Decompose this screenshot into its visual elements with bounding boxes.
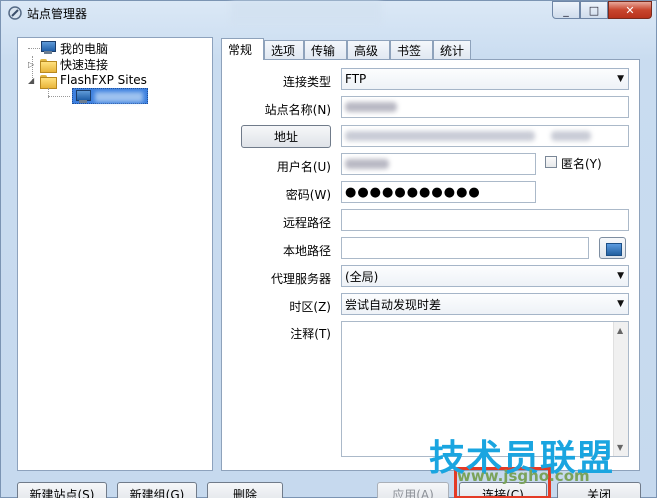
close-window-button[interactable]: ✕: [608, 1, 652, 19]
flashfxp-app-icon: [8, 6, 22, 20]
tree-item-flashfxp-sites[interactable]: FlashFXP Sites: [40, 72, 147, 89]
blurred-username-value: [345, 159, 389, 169]
tree-item-label: 快速连接: [60, 57, 109, 72]
tab-bookmarks[interactable]: 书签: [390, 40, 433, 60]
blurred-site-name: [95, 92, 143, 102]
tree-connector: [48, 96, 70, 97]
tab-advanced[interactable]: 高级: [347, 40, 390, 60]
tree-connector: [28, 48, 40, 49]
tree-item-site-selected[interactable]: [72, 88, 148, 104]
password-value: ●●●●●●●●●●●: [345, 184, 481, 200]
maximize-icon: □: [588, 3, 600, 17]
username-input[interactable]: [341, 153, 536, 175]
tab-general[interactable]: 常规: [221, 38, 264, 60]
blurred-address-value: [345, 131, 535, 141]
folder-icon: [40, 74, 57, 89]
tree-item-my-computer[interactable]: 我的电脑: [40, 40, 108, 56]
watermark-url: www.jsgho.com: [457, 467, 590, 485]
blurred-site-name-value: [345, 102, 397, 112]
delete-button[interactable]: 删除: [207, 482, 283, 498]
notes-label: 注释(T): [290, 327, 331, 341]
browse-folder-button[interactable]: [599, 237, 626, 259]
timezone-label: 时区(Z): [289, 300, 331, 314]
window-title: 站点管理器: [27, 7, 88, 21]
password-label: 密码(W): [285, 188, 331, 202]
new-group-button[interactable]: 新建组(G): [117, 482, 197, 498]
maximize-button[interactable]: □: [580, 1, 608, 19]
tree-item-quick-connect[interactable]: 快速连接: [40, 56, 109, 73]
connect-type-value: FTP: [345, 72, 367, 86]
proxy-value: (全局): [345, 269, 379, 284]
blurred-region: [231, 1, 381, 23]
minimize-button[interactable]: _: [552, 1, 580, 19]
scroll-up-icon[interactable]: ▲: [617, 326, 623, 335]
close-icon: ✕: [625, 3, 635, 17]
local-path-input[interactable]: [341, 237, 589, 259]
password-input[interactable]: ●●●●●●●●●●●: [341, 181, 536, 203]
tab-transfer[interactable]: 传输: [304, 40, 347, 60]
site-name-label: 站点名称(N): [264, 103, 331, 117]
anonymous-label: 匿名(Y): [561, 157, 602, 171]
tab-statistics[interactable]: 统计: [433, 40, 471, 60]
tab-options[interactable]: 选项: [264, 40, 304, 60]
proxy-label: 代理服务器: [270, 272, 331, 286]
tree-item-label: 我的电脑: [60, 41, 109, 56]
connect-type-label: 连接类型: [282, 75, 331, 89]
tree-item-label: FlashFXP Sites: [60, 73, 147, 87]
remote-path-input[interactable]: [341, 209, 629, 231]
anonymous-checkbox[interactable]: [545, 156, 557, 168]
timezone-select[interactable]: 尝试自动发现时差 ▼: [341, 293, 629, 315]
apply-button[interactable]: 应用(A): [377, 482, 449, 498]
remote-path-label: 远程路径: [282, 216, 331, 230]
site-computer-icon: [75, 90, 91, 104]
expand-arrow-icon[interactable]: ▷: [28, 60, 34, 69]
timezone-value: 尝试自动发现时差: [345, 297, 442, 312]
computer-icon: [40, 41, 56, 55]
site-name-input[interactable]: [341, 96, 629, 118]
local-path-label: 本地路径: [282, 244, 331, 258]
new-site-button[interactable]: 新建站点(S): [17, 482, 107, 498]
site-manager-window: 站点管理器 _ □ ✕ 我的电脑 ▷ 快速连接 ◢ FlashFXP Sites: [0, 0, 657, 498]
connect-type-select[interactable]: FTP ▼: [341, 68, 629, 90]
address-input[interactable]: [341, 125, 629, 147]
scroll-down-icon[interactable]: ▼: [617, 443, 623, 452]
notes-scrollbar[interactable]: ▲ ▼: [613, 322, 628, 456]
minimize-icon: _: [563, 3, 569, 17]
dropdown-arrow-icon: ▼: [617, 74, 624, 84]
address-button[interactable]: 地址: [241, 125, 331, 148]
folder-icon: [40, 58, 57, 73]
collapse-arrow-icon[interactable]: ◢: [28, 76, 34, 85]
proxy-select[interactable]: (全局) ▼: [341, 265, 629, 287]
site-tree[interactable]: 我的电脑 ▷ 快速连接 ◢ FlashFXP Sites: [17, 37, 213, 471]
dropdown-arrow-icon: ▼: [617, 271, 624, 281]
dropdown-arrow-icon: ▼: [617, 299, 624, 309]
title-bar[interactable]: 站点管理器 _ □ ✕: [1, 1, 657, 27]
blurred-port-value: [551, 131, 591, 141]
username-label: 用户名(U): [276, 160, 331, 174]
window-controls: _ □ ✕: [552, 1, 652, 19]
